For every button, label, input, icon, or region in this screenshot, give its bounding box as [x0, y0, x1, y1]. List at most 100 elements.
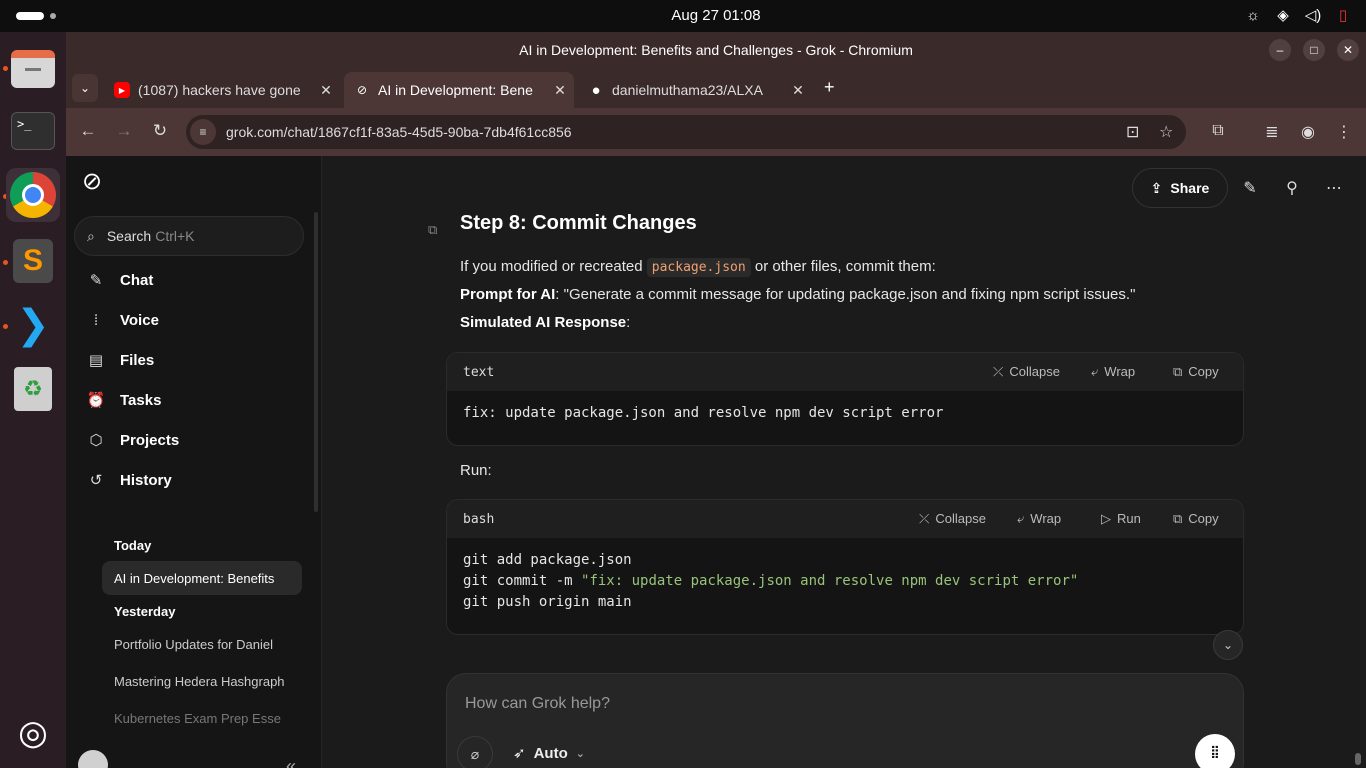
wrap-icon: ⤶ — [1091, 364, 1099, 379]
sidebar-item-projects[interactable]: ⬡ Projects — [74, 422, 304, 458]
history-item[interactable]: Portfolio Updates for Daniel — [102, 627, 302, 661]
label: Copy — [1188, 511, 1219, 526]
dock-show-apps[interactable]: ◎ — [6, 706, 60, 760]
avatar[interactable] — [78, 750, 108, 768]
chromium-icon — [10, 172, 56, 218]
sidebar-item-chat[interactable]: ✎ Chat — [74, 262, 304, 298]
trash-icon: ♻ — [14, 367, 52, 411]
grok-page: ⊘ ⌕ Search Ctrl+K ✎ Chat ⦙ Voice ▤ Files… — [66, 156, 1366, 768]
text: If you modified or recreated — [460, 258, 643, 275]
code-block-header: bash ⤫ Collapse ⤶ Wrap ▷ Run ⧉ Copy — [447, 500, 1243, 538]
forward-button[interactable]: → — [113, 121, 135, 141]
new-tab-button[interactable]: + — [824, 77, 835, 98]
clock[interactable]: Aug 27 01:08 — [0, 7, 1366, 24]
page-scrollbar[interactable] — [1355, 753, 1361, 765]
pin-icon[interactable]: ⚲ — [1282, 178, 1302, 198]
copy-heading-icon[interactable]: ⧉ — [428, 222, 437, 238]
dock-trash[interactable]: ♻ — [6, 362, 60, 416]
copy-button[interactable]: ⧉ Copy — [1173, 364, 1219, 380]
sidebar-item-tasks[interactable]: ⏰ Tasks — [74, 382, 304, 418]
brightness-icon: ☼ — [1246, 6, 1260, 24]
collapse-icon: ⤫ — [993, 364, 1004, 379]
tab-github[interactable]: ● danielmuthama23/ALXA ✕ — [578, 72, 812, 108]
chat-input[interactable]: How can Grok help? — [465, 695, 610, 713]
code-line: git add package.json — [463, 552, 632, 568]
sidebar-item-voice[interactable]: ⦙ Voice — [74, 302, 304, 338]
more-options-icon[interactable]: ⋯ — [1324, 178, 1344, 198]
minimize-button[interactable]: – — [1269, 39, 1291, 61]
rocket-icon: ➶ — [513, 745, 526, 762]
mode-selector[interactable]: ➶ Auto ⌄ — [513, 744, 585, 763]
tab-search-button[interactable]: ⌄ — [72, 74, 98, 102]
maximize-button[interactable]: □ — [1303, 39, 1325, 61]
wrap-button[interactable]: ⤶ Wrap — [1091, 364, 1135, 380]
code-block-bash: bash ⤫ Collapse ⤶ Wrap ▷ Run ⧉ Copy git add … — [446, 499, 1244, 635]
paragraph-modified: If you modified or recreated package.jso… — [460, 258, 936, 277]
projects-icon: ⬡ — [89, 432, 103, 449]
tab-grok[interactable]: ⊘ AI in Development: Bene ✕ — [344, 72, 574, 108]
collapse-sidebar-icon[interactable]: « — [286, 756, 296, 768]
browser-toolbar: ← → ↻ ≡ grok.com/chat/1867cf1f-83a5-45d5… — [66, 108, 1366, 156]
wrap-button[interactable]: ⤶ Wrap — [1017, 511, 1061, 527]
code-block-text: text ⤫ Collapse ⤶ Wrap ⧉ Copy fix: update p… — [446, 352, 1244, 446]
address-bar[interactable]: ≡ grok.com/chat/1867cf1f-83a5-45d5-90ba-… — [186, 115, 1186, 149]
collapse-button[interactable]: ⤫ Collapse — [919, 511, 986, 527]
profile-icon[interactable]: ◉ — [1298, 122, 1318, 142]
close-window-button[interactable]: ✕ — [1337, 39, 1359, 61]
label: Collapse — [935, 511, 986, 526]
step-heading: Step 8: Commit Changes — [460, 212, 697, 234]
dock-files[interactable] — [6, 42, 60, 96]
window-titlebar[interactable]: AI in Development: Benefits and Challeng… — [66, 32, 1366, 68]
bookmark-star-icon[interactable]: ☆ — [1159, 122, 1173, 142]
media-controls-icon[interactable]: ≣ — [1262, 122, 1282, 142]
tab-label: danielmuthama23/ALXA — [612, 82, 763, 98]
code-block-header: text ⤫ Collapse ⤶ Wrap ⧉ Copy — [447, 353, 1243, 391]
vscode-icon: ❯ — [16, 303, 50, 347]
dock-terminal[interactable]: >_ — [6, 104, 60, 158]
scroll-to-bottom-button[interactable]: ⌄ — [1213, 630, 1243, 660]
sidebar-item-label: Chat — [120, 271, 154, 289]
close-tab-icon[interactable]: ✕ — [312, 82, 340, 99]
history-item[interactable]: Mastering Hedera Hashgraph — [102, 664, 302, 698]
edit-icon[interactable]: ✎ — [1240, 178, 1260, 198]
dock-vscode[interactable]: ❯ — [6, 298, 60, 352]
history-item[interactable]: Kubernetes Exam Prep Esse — [102, 701, 302, 735]
sidebar-item-history[interactable]: ↺ History — [74, 462, 304, 498]
site-info-icon[interactable]: ≡ — [190, 119, 216, 145]
composer[interactable]: How can Grok help? ⌀ ➶ Auto ⌄ ⦙⦙ — [446, 673, 1244, 768]
history-item[interactable]: AI in Development: Benefits — [102, 561, 302, 595]
code-line: git commit -m — [463, 573, 582, 589]
code-line: git push origin main — [463, 594, 632, 610]
system-tray[interactable]: ☼ ◈ ◁) ▯ — [1244, 6, 1352, 25]
voice-mode-button[interactable]: ⦙⦙ — [1195, 734, 1235, 768]
code-body: git add package.json git commit -m "fix:… — [447, 538, 1243, 625]
search-button[interactable]: ⌕ Search Ctrl+K — [74, 216, 304, 256]
github-icon: ● — [591, 81, 601, 99]
tab-label: AI in Development: Bene — [378, 82, 533, 98]
sidebar-scrollbar[interactable] — [314, 212, 318, 512]
extensions-icon[interactable]: ⧉ — [1208, 122, 1228, 140]
share-button[interactable]: ⇪ Share — [1132, 168, 1228, 208]
close-tab-icon[interactable]: ✕ — [784, 82, 812, 99]
dock-sublime[interactable]: S — [6, 234, 60, 288]
attach-icon[interactable]: ⌀ — [457, 736, 493, 768]
sidebar-item-label: History — [120, 471, 172, 489]
label: Copy — [1188, 364, 1219, 379]
back-button[interactable]: ← — [77, 121, 99, 141]
battery-icon: ▯ — [1338, 7, 1348, 24]
copy-button[interactable]: ⧉ Copy — [1173, 511, 1219, 527]
install-app-icon[interactable]: ⊡ — [1126, 122, 1139, 142]
search-label: Search — [106, 228, 152, 244]
tab-youtube[interactable]: ▶ (1087) hackers have gone ✕ — [104, 72, 340, 108]
dock-chromium[interactable] — [6, 168, 60, 222]
sidebar: ⊘ ⌕ Search Ctrl+K ✎ Chat ⦙ Voice ▤ Files… — [66, 156, 322, 768]
code-language: bash — [463, 511, 495, 527]
browser-menu-icon[interactable]: ⋮ — [1334, 122, 1354, 142]
run-button[interactable]: ▷ Run — [1101, 511, 1141, 527]
close-tab-icon[interactable]: ✕ — [546, 82, 574, 99]
reload-button[interactable]: ↻ — [149, 121, 171, 141]
sidebar-item-files[interactable]: ▤ Files — [74, 342, 304, 378]
history-section-yesterday: Yesterday — [114, 604, 176, 619]
collapse-button[interactable]: ⤫ Collapse — [993, 364, 1060, 380]
grok-logo-icon[interactable]: ⊘ — [82, 170, 106, 194]
